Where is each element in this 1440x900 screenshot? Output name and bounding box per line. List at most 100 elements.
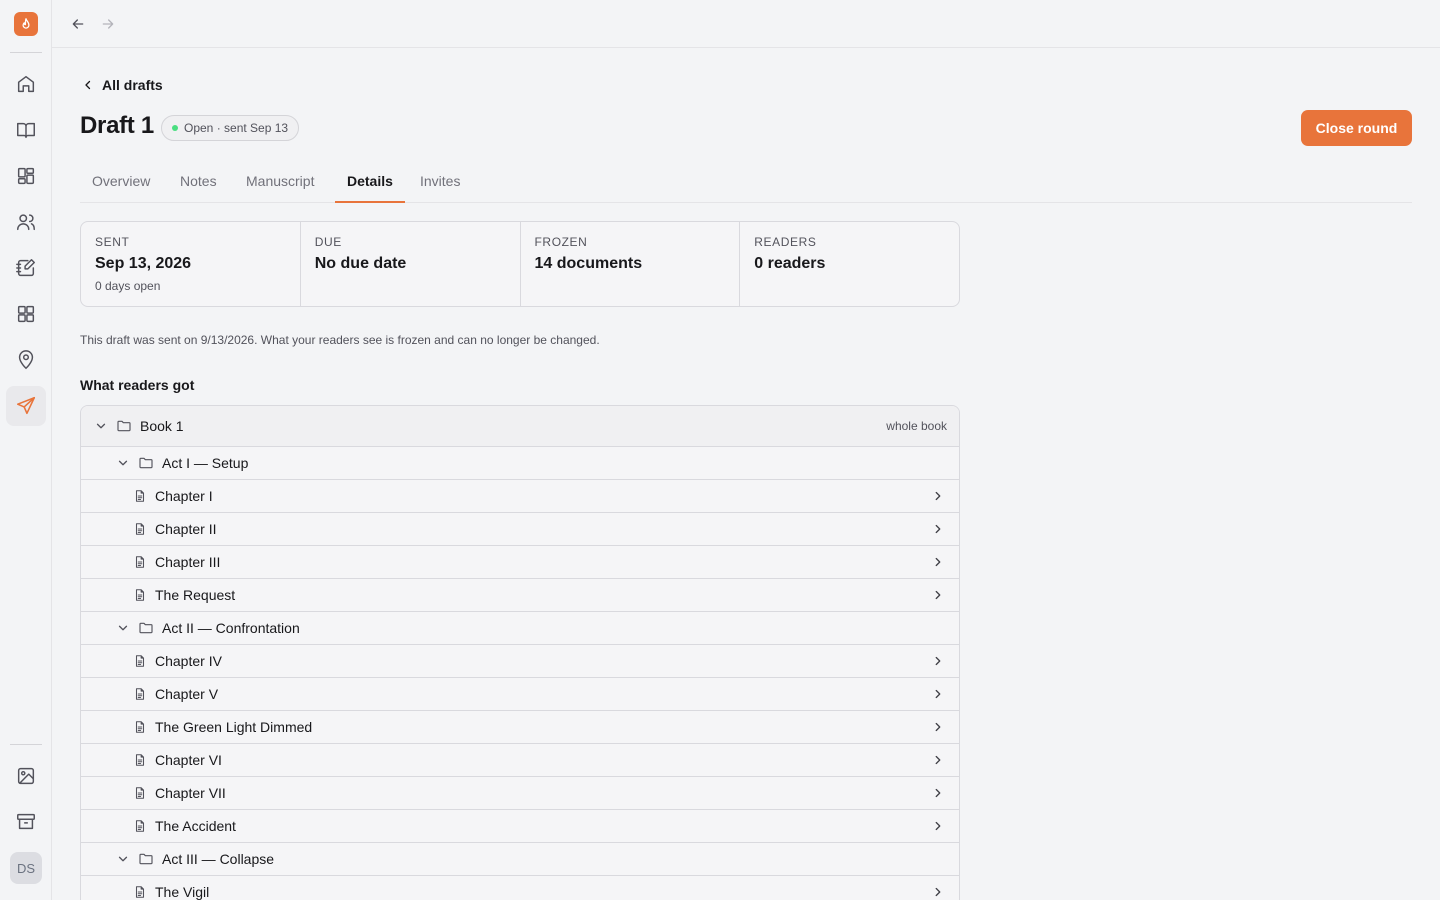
chevron-right-icon [935, 656, 941, 666]
back-button[interactable] [68, 14, 88, 34]
chevron-right-icon [935, 590, 941, 600]
sidebar-item-books[interactable] [6, 110, 46, 150]
sidebar-divider [10, 52, 42, 53]
tree-document-row[interactable]: Chapter II [81, 513, 959, 546]
stat-label: Due [314, 235, 342, 249]
tree-document-row[interactable]: Chapter III [81, 546, 959, 579]
tree-folder-row[interactable]: Act II — Confrontation [81, 612, 959, 645]
tree-document-row[interactable]: The Green Light Dimmed [81, 711, 959, 744]
tree-document-label: The Request [155, 587, 236, 603]
tree-document-row[interactable]: The Request [81, 579, 959, 612]
image-icon [17, 767, 35, 785]
chevron-down-icon[interactable] [116, 621, 130, 635]
chevron-right-icon [935, 755, 941, 765]
book-open-icon [17, 122, 35, 139]
tree-document-row[interactable]: Chapter VII [81, 777, 959, 810]
stat-readers: Readers 0 readers [740, 222, 959, 306]
home-icon [17, 75, 35, 93]
tree-document-label: The Vigil [155, 884, 210, 900]
chevron-right-icon [935, 557, 941, 567]
tree-folder-row[interactable]: Act III — Collapse [81, 843, 959, 876]
send-icon [16, 396, 36, 415]
stat-value: Sep 13, 2026 [95, 255, 192, 272]
chevron-down-icon[interactable] [116, 456, 130, 470]
document-icon [135, 820, 145, 832]
map-pin-icon [18, 350, 34, 370]
tree-document-row[interactable]: The Accident [81, 810, 959, 843]
tree-book-scope: whole book [886, 419, 947, 433]
chevron-right-icon [935, 491, 941, 501]
chevron-right-icon [935, 821, 941, 831]
tree-document-row[interactable]: Chapter I [81, 480, 959, 513]
flame-icon [22, 18, 30, 29]
document-icon [135, 787, 145, 799]
sidebar-item-images[interactable] [6, 756, 46, 796]
sidebar-item-people[interactable] [6, 202, 46, 242]
tree-document-label: Chapter IV [155, 653, 222, 669]
document-icon [135, 688, 145, 700]
notebook-pen-icon [16, 259, 35, 277]
sidebar: DS [0, 0, 52, 900]
chevron-down-icon[interactable] [116, 852, 130, 866]
document-icon [135, 523, 145, 535]
forward-button[interactable] [98, 14, 118, 34]
document-icon [135, 655, 145, 667]
sidebar-item-notebook[interactable] [6, 248, 46, 288]
stat-frozen: Frozen 14 documents [521, 222, 741, 306]
tree-document-row[interactable]: Chapter VI [81, 744, 959, 777]
folder-icon [139, 622, 153, 634]
document-icon [135, 886, 145, 898]
tab-invites[interactable]: Invites [408, 168, 472, 203]
folder-icon [139, 853, 153, 865]
tree-folder-label: Act I — Setup [162, 455, 249, 471]
stat-label: Readers [754, 235, 817, 249]
frozen-note: This draft was sent on 9/13/2026. What y… [80, 333, 600, 347]
sidebar-item-apps[interactable] [6, 294, 46, 334]
sidebar-item-places[interactable] [6, 340, 46, 380]
document-tree: Book 1 whole book Act I — Setup Chapter I… [80, 405, 960, 900]
chevron-right-icon [935, 689, 941, 699]
sidebar-item-archive[interactable] [6, 802, 46, 842]
layout-grid-icon [17, 167, 35, 185]
stats-panel: Sent Sep 13, 2026 0 days open Due No due… [80, 221, 960, 307]
sidebar-item-boards[interactable] [6, 156, 46, 196]
document-icon [135, 754, 145, 766]
status-dot [172, 125, 178, 131]
tree-document-row[interactable]: The Vigil [81, 876, 959, 900]
tree-document-label: Chapter VI [155, 752, 222, 768]
document-icon [135, 556, 145, 568]
avatar[interactable]: DS [10, 852, 42, 884]
all-drafts-link[interactable]: All drafts [82, 75, 163, 95]
stat-label: Frozen [534, 235, 588, 249]
stat-value: 14 documents [534, 255, 643, 272]
tree-document-label: Chapter V [155, 686, 219, 702]
page-title: Draft 1 [80, 112, 154, 139]
tab-bar: Overview Notes Manuscript Details Invite… [80, 168, 1412, 203]
app-logo[interactable] [14, 12, 38, 36]
tree-book-label: Book 1 [140, 418, 184, 434]
tab-overview[interactable]: Overview [80, 168, 162, 203]
stat-value: No due date [314, 255, 407, 272]
chevron-right-icon [935, 788, 941, 798]
tree-folder-label: Act II — Confrontation [162, 620, 300, 636]
tree-document-label: Chapter III [155, 554, 221, 570]
sidebar-item-home[interactable] [6, 64, 46, 104]
users-icon [17, 214, 35, 231]
tab-manuscript[interactable]: Manuscript [234, 168, 326, 203]
folder-icon [117, 420, 131, 432]
tab-notes[interactable]: Notes [168, 168, 229, 203]
all-drafts-label: All drafts [102, 77, 163, 93]
sidebar-item-drafts[interactable] [6, 386, 46, 426]
tree-document-row[interactable]: Chapter V [81, 678, 959, 711]
stat-label: Sent [95, 235, 130, 249]
tree-folder-row[interactable]: Act I — Setup [81, 447, 959, 480]
grid-icon [17, 305, 35, 323]
tree-document-row[interactable]: Chapter IV [81, 645, 959, 678]
chevron-right-icon [935, 722, 941, 732]
chevron-down-icon[interactable] [94, 419, 108, 433]
tab-details[interactable]: Details [335, 168, 405, 203]
section-title: What readers got [80, 377, 195, 393]
tree-book-row[interactable]: Book 1 whole book [81, 406, 959, 447]
arrow-left-icon [72, 19, 84, 29]
close-round-button[interactable]: Close round [1301, 110, 1412, 146]
